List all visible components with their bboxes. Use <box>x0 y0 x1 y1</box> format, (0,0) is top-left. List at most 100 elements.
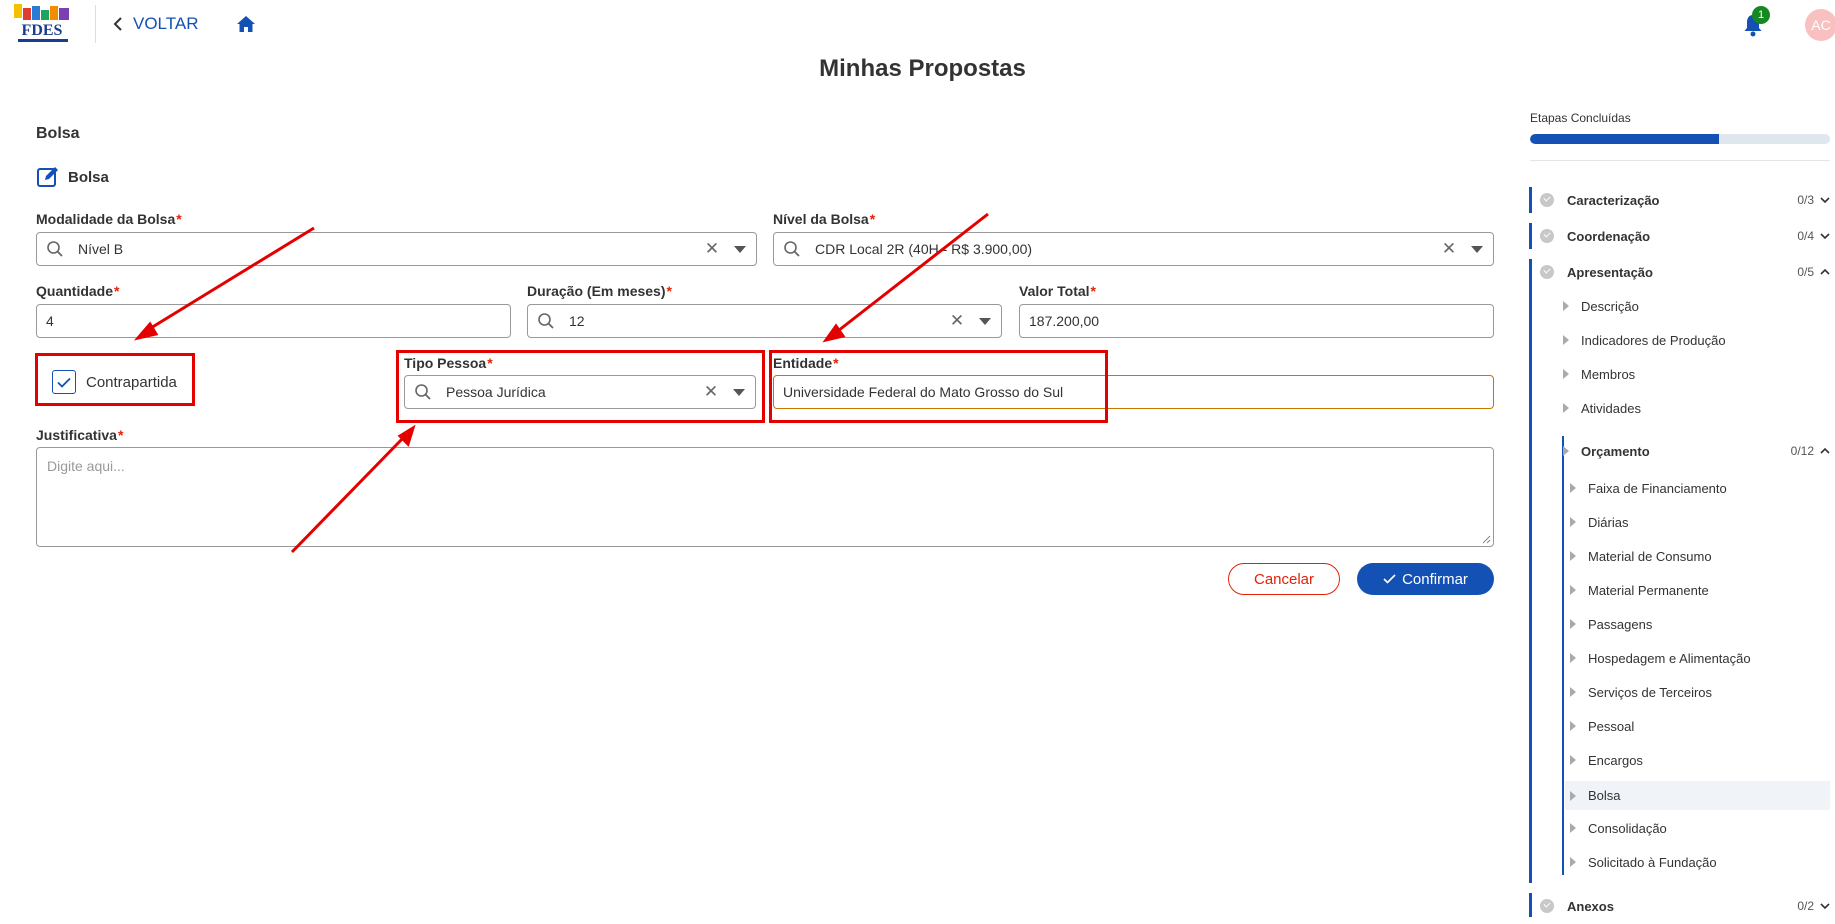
step-bar-apresentacao <box>1529 259 1532 883</box>
caret-right-icon <box>1570 857 1576 867</box>
annotation-box-entidade <box>769 350 1108 423</box>
modalidade-label: Modalidade da Bolsa* <box>36 211 182 227</box>
chevron-down-icon <box>1820 233 1830 240</box>
caret-right-icon <box>1570 755 1576 765</box>
step-coordenacao[interactable]: Coordenação 0/4 <box>1540 224 1830 248</box>
step-anexos[interactable]: Anexos 0/2 <box>1540 894 1830 918</box>
clear-icon[interactable]: ✕ <box>947 311 967 331</box>
orcamento-item-bolsa[interactable]: Bolsa <box>1565 781 1830 810</box>
annotation-box-tipo-pessoa <box>396 350 765 423</box>
caret-down-icon[interactable] <box>1471 245 1483 253</box>
orcamento-item-diarias[interactable]: Diárias <box>1570 510 1628 534</box>
check-circle-icon <box>1540 265 1554 279</box>
step-caracterizacao[interactable]: Caracterização 0/3 <box>1540 188 1830 212</box>
justificativa-textarea[interactable]: Digite aqui... <box>36 447 1494 547</box>
caret-right-icon <box>1570 823 1576 833</box>
caret-right-icon <box>1563 335 1569 345</box>
valor-total-label: Valor Total* <box>1019 283 1096 299</box>
sub-item-orcamento[interactable]: Orçamento 0/12 <box>1563 439 1830 463</box>
top-bar: FDES VOLTAR 1 AC <box>0 0 1835 48</box>
chevron-up-icon <box>1820 268 1830 275</box>
step-bar-anexos <box>1529 893 1532 917</box>
chevron-down-icon <box>1820 197 1830 204</box>
back-label: VOLTAR <box>133 14 199 33</box>
chevron-down-icon <box>1820 903 1830 910</box>
page-title: Minhas Propostas <box>819 55 1026 82</box>
caret-right-icon <box>1570 619 1576 629</box>
check-circle-icon <box>1540 899 1554 913</box>
home-icon[interactable] <box>234 12 258 36</box>
sub-title: Bolsa <box>36 165 109 189</box>
orcamento-item-pessoal[interactable]: Pessoal <box>1570 714 1634 738</box>
sub-item-membros[interactable]: Membros <box>1563 362 1635 386</box>
header-divider <box>95 5 96 43</box>
quantidade-input[interactable]: 4 <box>36 304 511 338</box>
orcamento-item-solicitado[interactable]: Solicitado à Fundação <box>1570 850 1717 874</box>
caret-right-icon <box>1570 721 1576 731</box>
duracao-label: Duração (Em meses)* <box>527 283 672 299</box>
caret-right-icon <box>1570 517 1576 527</box>
clear-icon[interactable]: ✕ <box>1439 239 1459 259</box>
progress-fill <box>1530 134 1719 144</box>
chevron-left-icon <box>113 17 122 31</box>
orcamento-item-consolidacao[interactable]: Consolidação <box>1570 816 1667 840</box>
progress-bar <box>1530 134 1830 144</box>
notification-badge: 1 <box>1752 6 1770 24</box>
valor-total-value: 187.200,00 <box>1029 313 1100 329</box>
modalidade-value: Nível B <box>78 241 124 257</box>
progress-label: Etapas Concluídas <box>1530 111 1631 125</box>
confirm-button[interactable]: Confirmar <box>1357 563 1494 595</box>
sub-title-label: Bolsa <box>68 168 109 186</box>
search-icon <box>538 313 554 329</box>
confirm-label: Confirmar <box>1402 570 1468 588</box>
edit-icon <box>37 167 58 187</box>
check-icon <box>1383 574 1396 584</box>
orcamento-item-encargos[interactable]: Encargos <box>1570 748 1643 772</box>
orcamento-item-material-consumo[interactable]: Material de Consumo <box>1570 544 1712 568</box>
step-apresentacao[interactable]: Apresentação 0/5 <box>1540 260 1830 284</box>
caret-down-icon[interactable] <box>734 245 746 253</box>
annotation-box-contrapartida <box>35 353 195 406</box>
back-button[interactable]: VOLTAR <box>113 12 199 36</box>
search-icon <box>784 241 800 257</box>
caret-down-icon[interactable] <box>979 317 991 325</box>
orcamento-item-servicos[interactable]: Serviços de Terceiros <box>1570 680 1712 704</box>
clear-icon[interactable]: ✕ <box>702 239 722 259</box>
nivel-select[interactable]: CDR Local 2R (40H - R$ 3.900,00) ✕ <box>773 232 1494 266</box>
sub-item-atividades[interactable]: Atividades <box>1563 396 1641 420</box>
fdes-logo[interactable]: FDES <box>12 2 72 46</box>
valor-total-input[interactable]: 187.200,00 <box>1019 304 1494 338</box>
caret-right-icon <box>1570 687 1576 697</box>
duracao-value: 12 <box>569 313 585 329</box>
orcamento-item-passagens[interactable]: Passagens <box>1570 612 1652 636</box>
caret-right-icon <box>1570 483 1576 493</box>
search-icon <box>47 241 63 257</box>
cancel-button[interactable]: Cancelar <box>1228 563 1340 595</box>
orcamento-item-hospedagem[interactable]: Hospedagem e Alimentação <box>1570 646 1751 670</box>
orcamento-bar <box>1562 436 1564 875</box>
svg-text:FDES: FDES <box>22 22 63 39</box>
orcamento-item-faixa[interactable]: Faixa de Financiamento <box>1570 476 1727 500</box>
resize-handle-icon[interactable] <box>1482 535 1491 544</box>
sub-item-descricao[interactable]: Descrição <box>1563 294 1639 318</box>
progress-divider <box>1530 160 1830 161</box>
orcamento-item-material-permanente[interactable]: Material Permanente <box>1570 578 1709 602</box>
check-circle-icon <box>1540 193 1554 207</box>
modalidade-select[interactable]: Nível B ✕ <box>36 232 757 266</box>
caret-right-icon <box>1563 301 1569 311</box>
caret-right-icon <box>1563 446 1569 456</box>
caret-right-icon <box>1563 403 1569 413</box>
caret-right-icon <box>1570 585 1576 595</box>
caret-right-icon <box>1570 551 1576 561</box>
chevron-up-icon <box>1820 447 1830 454</box>
quantidade-value: 4 <box>46 313 54 329</box>
nivel-value: CDR Local 2R (40H - R$ 3.900,00) <box>815 241 1033 257</box>
duracao-select[interactable]: 12 ✕ <box>527 304 1002 338</box>
avatar[interactable]: AC <box>1805 9 1835 41</box>
sub-item-indicadores[interactable]: Indicadores de Produção <box>1563 328 1726 352</box>
caret-right-icon <box>1563 369 1569 379</box>
justificativa-placeholder: Digite aqui... <box>47 458 125 474</box>
step-bar-caracterizacao <box>1529 187 1532 213</box>
caret-right-icon <box>1570 653 1576 663</box>
section-title: Bolsa <box>36 125 80 142</box>
